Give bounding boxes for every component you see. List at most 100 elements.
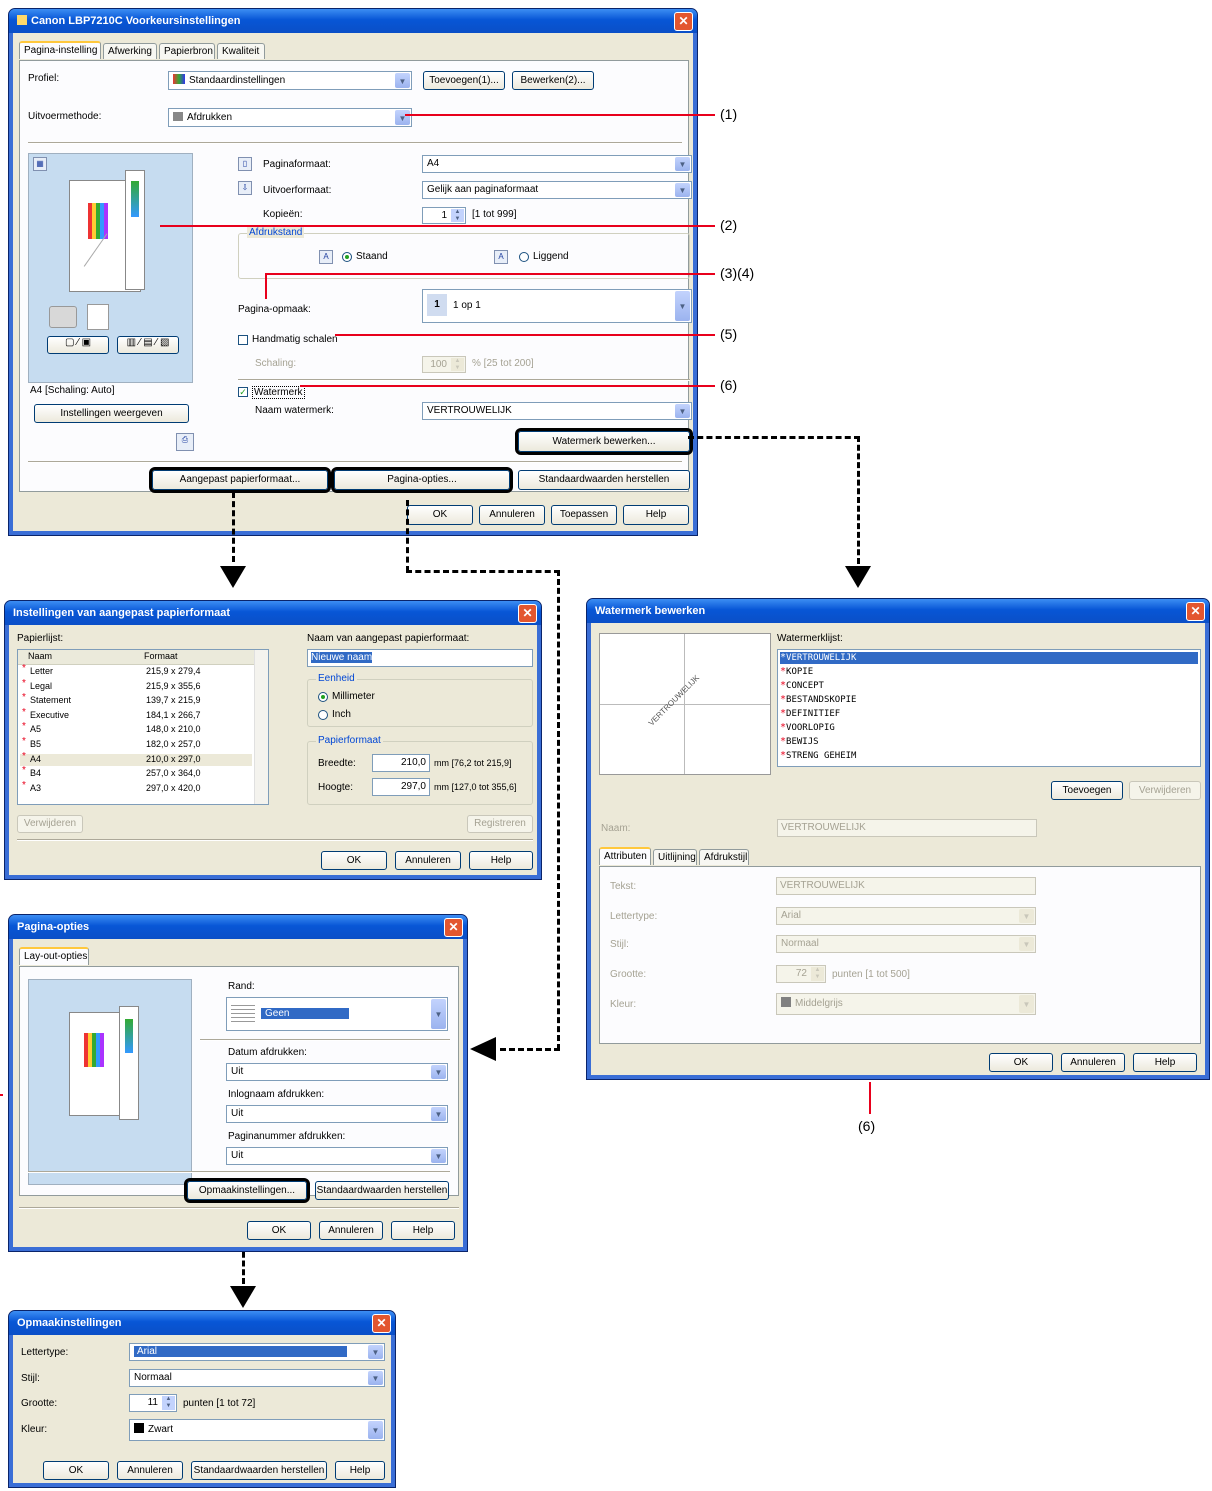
close-icon[interactable]: ✕ bbox=[518, 604, 537, 623]
close-icon[interactable]: ✕ bbox=[1186, 602, 1205, 621]
custom-name-field[interactable]: Nieuwe naam bbox=[307, 649, 533, 667]
copies-stepper[interactable]: 1 ▲ ▼ bbox=[422, 207, 466, 224]
wm-style-select[interactable]: Normaal ▼ bbox=[776, 935, 1036, 953]
restore-defaults-button[interactable]: Standaardwaarden herstellen bbox=[518, 470, 690, 490]
col-name[interactable]: Naam bbox=[28, 651, 52, 661]
custom-paper-size-button[interactable]: Aangepast papierformaat... bbox=[149, 467, 331, 493]
list-item[interactable]: *DEFINITIEF bbox=[780, 708, 1198, 720]
list-item[interactable]: *VERTROUWELIJK bbox=[780, 652, 1198, 664]
main-title-bar[interactable]: Canon LBP7210C Voorkeursinstellingen bbox=[9, 9, 697, 33]
table-row[interactable]: * Statement 139,7 x 215,9 bbox=[20, 692, 252, 707]
spin-arrows-icon[interactable]: ▲ ▼ bbox=[811, 967, 824, 981]
restore-defaults-button[interactable]: Standaardwaarden herstellen bbox=[191, 1461, 327, 1480]
tab-paper-source[interactable]: Papierbron bbox=[159, 43, 215, 59]
user-select[interactable]: Uit ▼ bbox=[226, 1105, 448, 1123]
table-row[interactable]: * A3 297,0 x 420,0 bbox=[20, 780, 252, 795]
millimeter-label[interactable]: Millimeter bbox=[332, 691, 375, 702]
table-row[interactable]: * Legal 215,9 x 355,6 bbox=[20, 678, 252, 693]
scrollbar[interactable] bbox=[254, 650, 268, 804]
chevron-down-icon[interactable]: ▼ bbox=[675, 157, 690, 171]
preview-toggle-icon[interactable]: ▦ bbox=[33, 157, 47, 171]
ok-button[interactable]: OK bbox=[407, 505, 473, 525]
tab-layout-options[interactable]: Lay-out-opties bbox=[19, 947, 89, 965]
manual-scale-label[interactable]: Handmatig schalen bbox=[252, 334, 338, 345]
chevron-down-icon[interactable]: ▼ bbox=[1019, 909, 1034, 923]
chevron-down-icon[interactable]: ▼ bbox=[675, 291, 690, 321]
watermark-title-bar[interactable]: Watermerk bewerken bbox=[587, 599, 1209, 623]
restore-defaults-button[interactable]: Standaardwaarden herstellen bbox=[315, 1181, 449, 1200]
help-button[interactable]: Help bbox=[469, 851, 533, 870]
col-size[interactable]: Formaat bbox=[144, 651, 178, 661]
page-options-title-bar[interactable]: Pagina-opties bbox=[9, 915, 467, 939]
table-row[interactable]: * Letter 215,9 x 279,4 bbox=[20, 663, 252, 678]
output-size-select[interactable]: Gelijk aan paginaformaat ▼ bbox=[422, 181, 692, 199]
close-icon[interactable]: ✕ bbox=[372, 1314, 391, 1333]
wm-font-select[interactable]: Arial ▼ bbox=[776, 907, 1036, 925]
portrait-label[interactable]: Staand bbox=[356, 251, 388, 262]
preview-toolbar-2[interactable]: ▥ ⁄ ▤ ⁄ ▧ bbox=[117, 336, 179, 354]
tab-print-style[interactable]: Afdrukstijl bbox=[699, 849, 749, 865]
inch-radio[interactable] bbox=[318, 710, 328, 720]
chevron-down-icon[interactable]: ▼ bbox=[368, 1345, 383, 1359]
millimeter-radio[interactable] bbox=[318, 692, 328, 702]
list-item[interactable]: *KOPIE bbox=[780, 666, 1198, 678]
tab-quality[interactable]: Kwaliteit bbox=[217, 43, 265, 59]
chevron-down-icon[interactable]: ▼ bbox=[368, 1421, 383, 1439]
fmt-style-select[interactable]: Normaal ▼ bbox=[129, 1369, 385, 1387]
width-field[interactable]: 210,0 bbox=[372, 754, 430, 772]
cancel-button[interactable]: Annuleren bbox=[1061, 1053, 1125, 1072]
delete-paper-button[interactable]: Verwijderen bbox=[17, 815, 83, 833]
format-title-bar[interactable]: Opmaakinstellingen bbox=[9, 1311, 395, 1335]
custom-paper-title-bar[interactable]: Instellingen van aangepast papierformaat bbox=[5, 601, 541, 625]
ok-button[interactable]: OK bbox=[321, 851, 387, 870]
cancel-button[interactable]: Annuleren bbox=[395, 851, 461, 870]
pagenum-select[interactable]: Uit ▼ bbox=[226, 1147, 448, 1165]
spin-arrows-icon[interactable]: ▲ ▼ bbox=[451, 358, 464, 371]
close-icon[interactable]: ✕ bbox=[444, 918, 463, 937]
view-settings-button[interactable]: Instellingen weergeven bbox=[34, 404, 189, 423]
wm-text-field[interactable]: VERTROUWELIJK bbox=[776, 877, 1036, 895]
chevron-down-icon[interactable]: ▼ bbox=[675, 183, 690, 197]
watermark-label[interactable]: Watermerk bbox=[252, 386, 305, 399]
inch-label[interactable]: Inch bbox=[332, 709, 351, 720]
register-paper-button[interactable]: Registreren bbox=[467, 815, 533, 833]
portrait-radio[interactable] bbox=[342, 252, 352, 262]
chevron-down-icon[interactable]: ▼ bbox=[368, 1371, 383, 1385]
fmt-color-select[interactable]: Zwart ▼ bbox=[129, 1419, 385, 1441]
chevron-down-icon[interactable]: ▼ bbox=[1019, 995, 1034, 1013]
chevron-down-icon[interactable]: ▼ bbox=[431, 1065, 446, 1079]
list-item[interactable]: *CONCEPT bbox=[780, 680, 1198, 692]
edit-profile-button[interactable]: Bewerken(2)... bbox=[512, 71, 594, 90]
chevron-down-icon[interactable]: ▼ bbox=[1019, 937, 1034, 951]
watermark-name-select[interactable]: VERTROUWELIJK ▼ bbox=[422, 402, 692, 420]
cancel-button[interactable]: Annuleren bbox=[319, 1221, 383, 1240]
list-item[interactable]: *BEWIJS bbox=[780, 736, 1198, 748]
border-select[interactable]: Geen ▼ bbox=[226, 997, 448, 1031]
tab-page-setup[interactable]: Pagina-instelling bbox=[19, 41, 101, 59]
table-row[interactable]: * Executive 184,1 x 266,7 bbox=[20, 707, 252, 722]
chevron-down-icon[interactable]: ▼ bbox=[675, 404, 690, 418]
spin-arrows-icon[interactable]: ▲ ▼ bbox=[162, 1396, 175, 1410]
delete-watermark-button[interactable]: Verwijderen bbox=[1129, 781, 1201, 800]
add-profile-button[interactable]: Toevoegen(1)... bbox=[423, 71, 505, 90]
fmt-size-stepper[interactable]: 11 ▲ ▼ bbox=[129, 1394, 177, 1412]
page-layout-select[interactable]: 1 1 op 1 ▼ bbox=[422, 289, 692, 323]
wm-size-stepper[interactable]: 72 ▲ ▼ bbox=[776, 965, 826, 983]
cancel-button[interactable]: Annuleren bbox=[117, 1461, 183, 1480]
format-settings-button[interactable]: Opmaakinstellingen... bbox=[184, 1178, 310, 1203]
table-row[interactable]: * B4 257,0 x 364,0 bbox=[20, 765, 252, 780]
table-row[interactable]: * B5 182,0 x 257,0 bbox=[20, 736, 252, 751]
chevron-down-icon[interactable]: ▼ bbox=[431, 999, 446, 1029]
help-button[interactable]: Help bbox=[1133, 1053, 1197, 1072]
list-item[interactable]: *BESTANDSKOPIE bbox=[780, 694, 1198, 706]
scaling-stepper[interactable]: 100 ▲ ▼ bbox=[422, 356, 466, 373]
chevron-down-icon[interactable]: ▼ bbox=[395, 73, 410, 88]
ok-button[interactable]: OK bbox=[43, 1461, 109, 1480]
chevron-down-icon[interactable]: ▼ bbox=[431, 1107, 446, 1121]
list-item[interactable]: *VOORLOPIG bbox=[780, 722, 1198, 734]
add-watermark-button[interactable]: Toevoegen bbox=[1051, 781, 1123, 800]
fmt-font-select[interactable]: Arial ▼ bbox=[129, 1343, 385, 1361]
spin-arrows-icon[interactable]: ▲ ▼ bbox=[451, 209, 464, 222]
table-row[interactable]: * A4 210,0 x 297,0 bbox=[20, 751, 252, 766]
apply-button[interactable]: Toepassen bbox=[551, 505, 617, 525]
